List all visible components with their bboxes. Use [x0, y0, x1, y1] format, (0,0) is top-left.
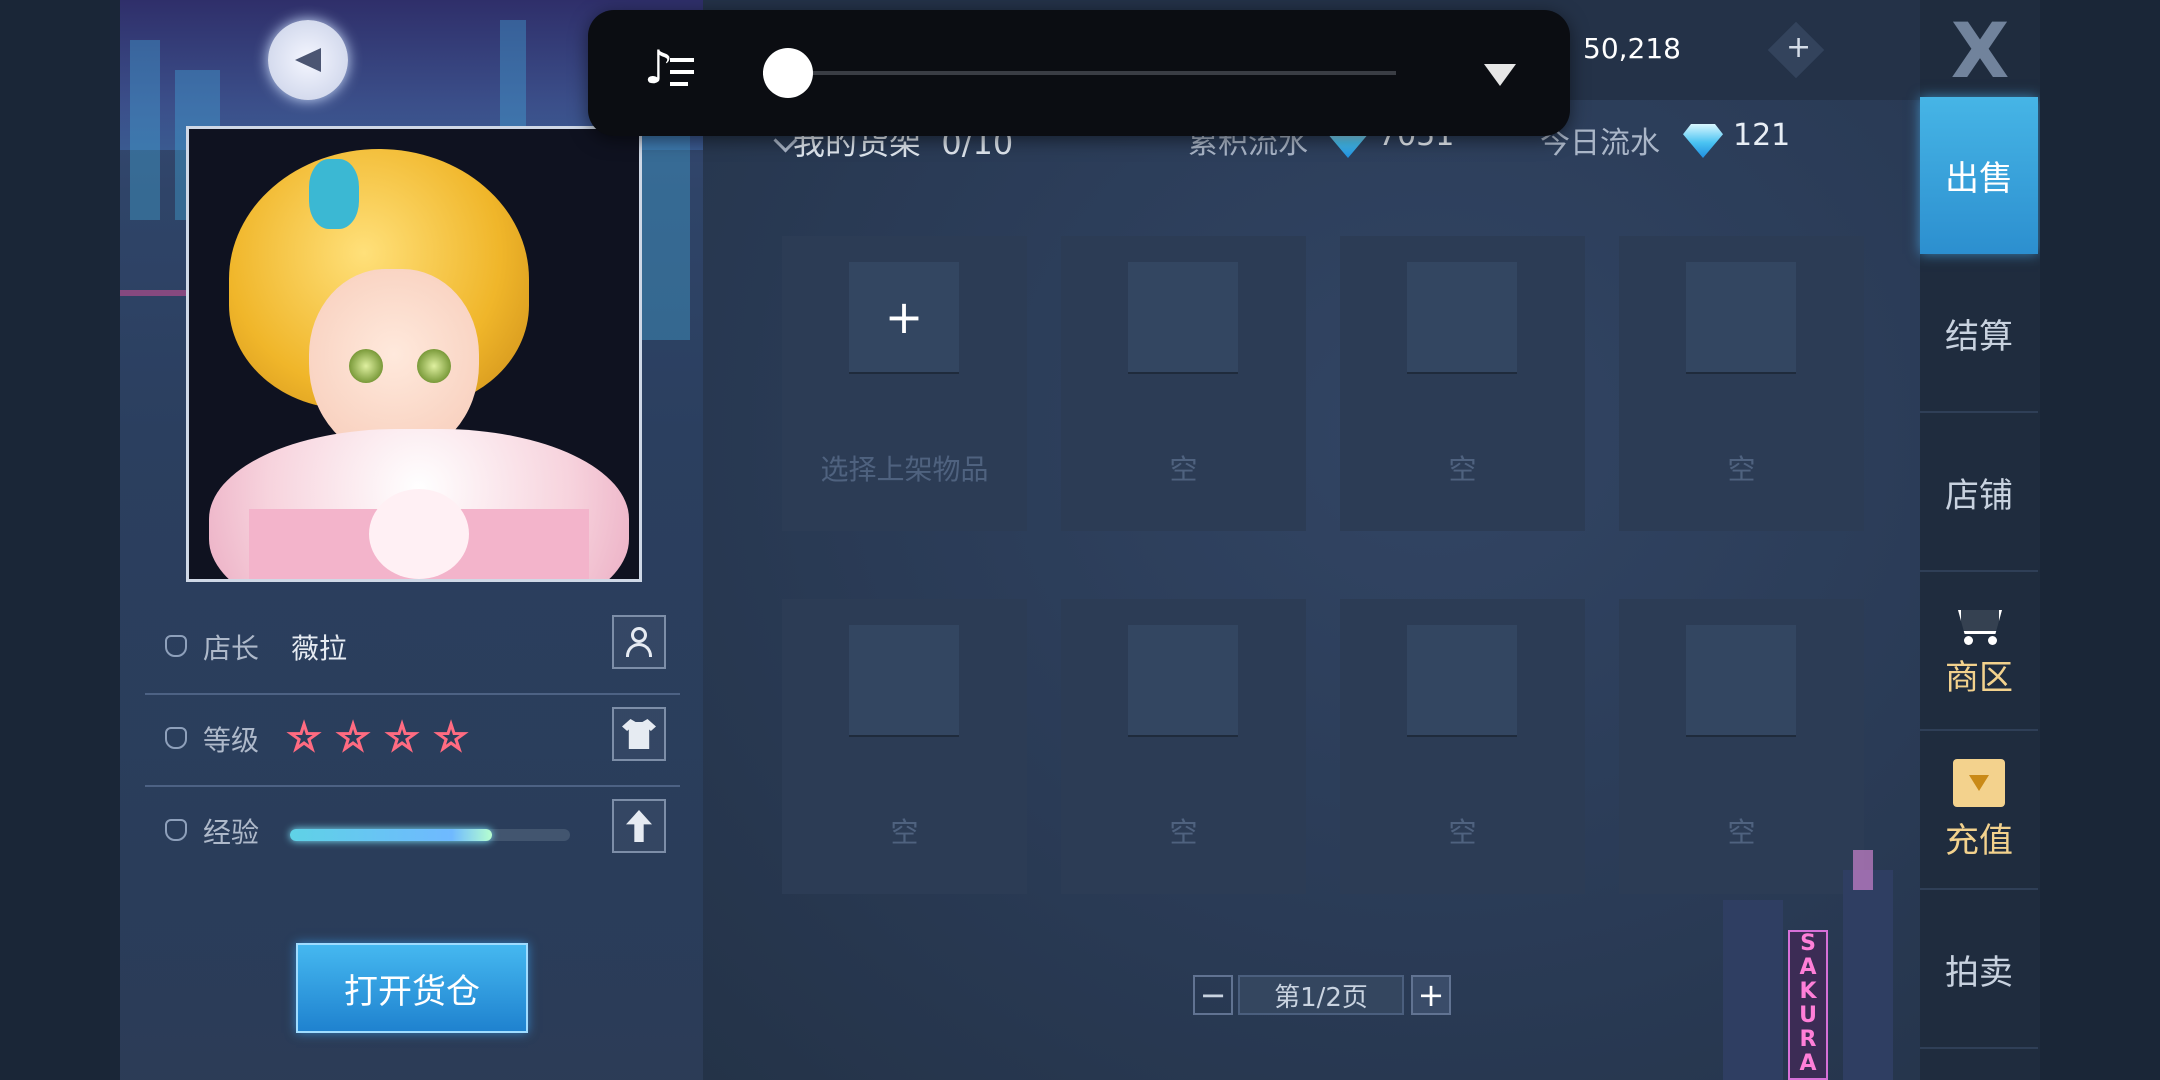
level-row: 等级 ☆ ☆ ☆ ☆ [145, 697, 680, 787]
shelf-slot[interactable]: 空 [1061, 599, 1306, 894]
level-up-button[interactable] [612, 799, 666, 853]
city-building [1843, 870, 1893, 1080]
arrow-up-icon [626, 810, 652, 842]
owner-name: 薇拉 [291, 632, 348, 665]
shelf-slot[interactable]: 空 [1340, 236, 1585, 531]
empty-slot-icon [1686, 262, 1796, 372]
house-icon [165, 727, 187, 749]
gem-icon [1683, 124, 1723, 158]
nav-item-1[interactable]: 结算 [1920, 256, 2038, 413]
empty-slot-icon [849, 625, 959, 735]
change-owner-button[interactable] [612, 615, 666, 669]
owner-label: 店长 [203, 632, 260, 665]
shirt-icon [622, 719, 656, 749]
dropdown-arrow-icon[interactable] [1484, 64, 1516, 86]
back-arrow-icon [295, 48, 321, 72]
nav-item-label: 结算 [1945, 317, 2013, 357]
add-item-icon: + [849, 262, 959, 372]
open-warehouse-button[interactable]: 打开货仓 [296, 943, 528, 1033]
shelf-slot-label: 空 [1448, 453, 1477, 486]
shelf-slot-label: 空 [1727, 453, 1756, 486]
shelf-slot[interactable]: 空 [782, 599, 1027, 894]
today-flow-value: 121 [1733, 118, 1791, 153]
shopkeeper-avatar [186, 126, 642, 582]
page-indicator: 第1/2页 [1238, 975, 1404, 1015]
nav-item-5[interactable]: 拍卖 [1920, 892, 2038, 1049]
empty-slot-icon [1407, 262, 1517, 372]
gold-add-plus: + [1786, 30, 1812, 65]
shelf-slot[interactable]: 空 [1061, 236, 1306, 531]
back-button[interactable] [268, 20, 348, 100]
experience-bar-fill [290, 829, 492, 841]
shelf-slot[interactable]: 空 [1340, 599, 1585, 894]
recharge-icon [1953, 759, 2005, 807]
empty-slot-icon [1128, 262, 1238, 372]
level-star-icon: ☆ [384, 714, 420, 760]
outfit-button[interactable] [612, 707, 666, 761]
volume-slider-track[interactable] [763, 71, 1396, 75]
nav-item-0[interactable]: 出售 [1920, 97, 2038, 254]
page-prev-button[interactable]: − [1193, 975, 1233, 1015]
right-margin [2040, 0, 2160, 1080]
shelf-slot-label: 空 [890, 816, 919, 849]
level-star-icon: ☆ [335, 714, 371, 760]
nav-item-2[interactable]: 店铺 [1920, 415, 2038, 572]
cart-icon [1950, 604, 2008, 645]
experience-label: 经验 [203, 816, 260, 849]
shelf-slot[interactable]: 空 [1619, 599, 1864, 894]
nav-item-label: 出售 [1945, 159, 2013, 199]
skyline-building [130, 40, 160, 220]
empty-slot-icon [1128, 625, 1238, 735]
level-label: 等级 [203, 724, 260, 757]
level-star-icon: ☆ [433, 714, 469, 760]
shelf-slot-label: 空 [1448, 816, 1477, 849]
shelf-slot-label: 空 [1169, 453, 1198, 486]
nav-item-label: 充值 [1945, 821, 2013, 861]
volume-slider-thumb[interactable] [763, 48, 814, 98]
nav-item-label: 商区 [1945, 658, 2013, 698]
neon-strip [120, 290, 190, 296]
owner-row: 店长 薇拉 [145, 605, 680, 695]
shelf-slot-label: 选择上架物品 [820, 453, 989, 486]
city-building [1723, 900, 1783, 1080]
skyline-building [500, 20, 526, 140]
media-control-overlay: ♪ [588, 10, 1570, 136]
close-button[interactable]: X [1930, 6, 2030, 95]
nav-item-3[interactable]: 商区 [1920, 574, 2038, 731]
avatar-eye [349, 349, 383, 383]
side-navigation: 出售结算店铺商区充值拍卖 [1920, 0, 2040, 1080]
left-margin [0, 0, 120, 1080]
gold-value: 50,218 [1583, 32, 1681, 65]
shelf-slot[interactable]: + 选择上架物品 [782, 236, 1027, 531]
empty-slot-icon [1686, 625, 1796, 735]
avatar-pet [369, 489, 469, 579]
shelf-slot-label: 空 [1169, 816, 1198, 849]
level-star-icon: ☆ [286, 714, 322, 760]
page-next-button[interactable]: + [1411, 975, 1451, 1015]
neon-sign [1853, 850, 1873, 890]
nav-item-label: 店铺 [1945, 476, 2013, 516]
user-switch-icon [626, 627, 652, 657]
house-icon [165, 635, 187, 657]
music-queue-icon[interactable]: ♪ [644, 40, 704, 100]
empty-slot-icon [1407, 625, 1517, 735]
house-icon [165, 819, 187, 841]
nav-item-label: 拍卖 [1945, 953, 2013, 993]
shelf-slot-label: 空 [1727, 816, 1756, 849]
sakura-sign: SAKURA [1788, 930, 1828, 1080]
shelf-slot[interactable]: 空 [1619, 236, 1864, 531]
avatar-hair-bow [309, 159, 359, 229]
shelf-panel: 8 + 378 50,218 + 我的货架 0/10 累积流水 7051 今日流… [703, 0, 1920, 1080]
nav-item-4[interactable]: 充值 [1920, 733, 2038, 890]
avatar-eye [417, 349, 451, 383]
